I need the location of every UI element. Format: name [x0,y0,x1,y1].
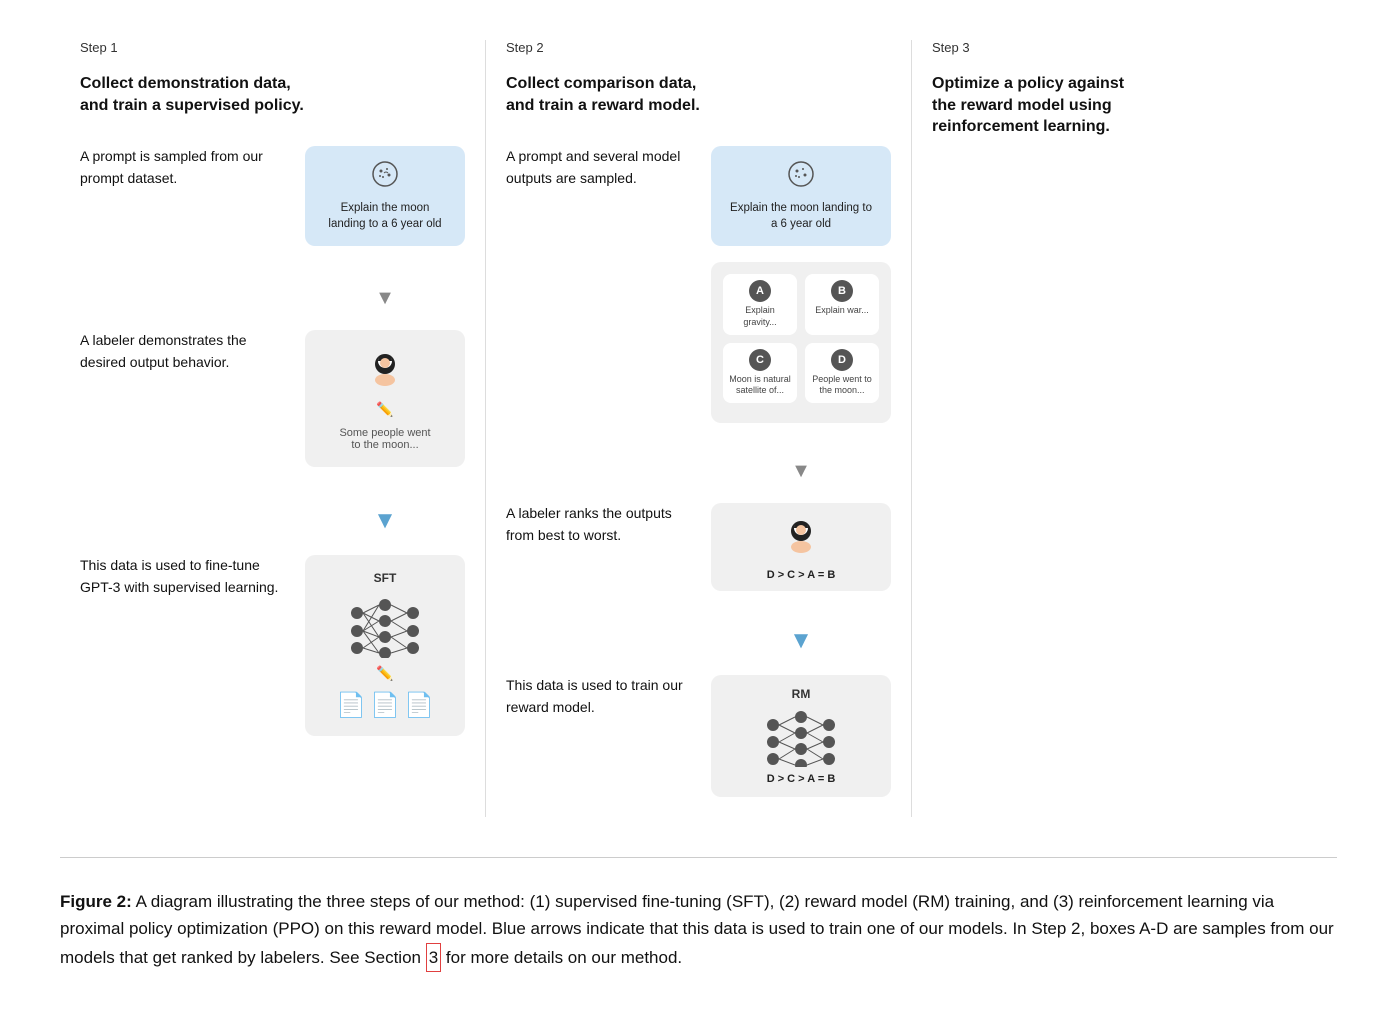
step1-visual2: ✏️ Some people wentto the moon... [305,330,465,467]
caption-text2: for more details on our method. [441,948,682,967]
labeler-ranking-box: D > C > A = B [711,503,891,591]
output-box-b: B Explain war... [805,274,879,334]
arrow2-step2: ▼ [789,629,813,653]
arrow1-step1: ▼ [375,288,395,308]
step1-column: Step 1 Collect demonstration data,and tr… [60,40,486,817]
step2-title: Collect comparison data,and train a rewa… [506,73,891,116]
sft-box: SFT [305,555,465,736]
letter-a: A [749,280,771,302]
prompt-card-text-step2: Explain the moon landing to a 6 year old [727,200,875,232]
prompt-card-step2: Explain the moon landing to a 6 year old [711,146,891,246]
step1-row1: A prompt is sampled from our prompt data… [80,146,465,246]
output-box-c: C Moon is natural satellite of... [723,343,797,403]
step1-title: Collect demonstration data,and train a s… [80,73,465,116]
output-box-a: A Explain gravity... [723,274,797,334]
box-text-b: Explain war... [815,305,869,317]
letter-b: B [831,280,853,302]
output-grid-bottom: C Moon is natural satellite of... D Peop… [723,343,879,403]
prompt-card-step1: Explain the moon landing to a 6 year old [305,146,465,246]
box-text-d: People went to the moon... [811,374,873,397]
cookie-icon [371,160,399,194]
edit-icon-labeler: ✏️ [376,402,393,419]
step2-desc1: A prompt and several model outputs are s… [506,146,695,189]
step1-desc1: A prompt is sampled from our prompt data… [80,146,289,189]
prompt-card-text-step1: Explain the moon landing to a 6 year old [321,200,449,232]
figure-label: Figure 2: [60,892,132,911]
letter-c: C [749,349,771,371]
step3-title: Optimize a policy againstthe reward mode… [932,73,1317,138]
step3-column: Step 3 Optimize a policy againstthe rewa… [912,40,1337,817]
box-text-c: Moon is natural satellite of... [729,374,791,397]
arrow1-step2: ▼ [791,461,811,481]
sft-label: SFT [374,571,397,585]
docs-row-sft: 📄📄📄 [336,691,434,720]
rm-network-icon [761,707,841,767]
step1-visual3: SFT [305,555,465,736]
edit-icon-sft: ✏️ [376,666,393,683]
step2-row1: A prompt and several model outputs are s… [506,146,891,423]
rm-label: RM [792,687,811,701]
box-text-a: Explain gravity... [729,305,791,328]
cookie-icon-step2 [787,160,815,194]
step1-visual1: Explain the moon landing to a 6 year old [305,146,465,246]
person-icon-step2 [777,513,825,561]
step2-visual3: RM [711,675,891,797]
caption-text1: A diagram illustrating the three steps o… [60,892,1334,966]
output-box-d: D People went to the moon... [805,343,879,403]
step3-label: Step 3 [932,40,1317,55]
step2-row2: A labeler ranks the outputs from best to… [506,503,891,591]
rm-ranking-formula: D > C > A = B [767,773,836,785]
step2-visual1: Explain the moon landing to a 6 year old… [711,146,891,423]
ranking-formula: D > C > A = B [767,569,836,581]
rm-box: RM [711,675,891,797]
person-icon-step1 [361,346,409,394]
step2-column: Step 2 Collect comparison data,and train… [486,40,912,817]
step2-label: Step 2 [506,40,891,55]
step2-desc3: This data is used to train our reward mo… [506,675,695,718]
step2-desc2: A labeler ranks the outputs from best to… [506,503,695,546]
letter-d: D [831,349,853,371]
diagram-area: Step 1 Collect demonstration data,and tr… [60,40,1337,858]
step1-row3: This data is used to fine-tune GPT-3 wit… [80,555,465,736]
labeler-text-step1: Some people wentto the moon... [339,427,430,451]
step2-row3: This data is used to train our reward mo… [506,675,891,797]
step1-desc2: A labeler demonstrates the desired outpu… [80,330,289,373]
section-ref: 3 [426,943,441,972]
step2-visual2: D > C > A = B [711,503,891,591]
sft-network-icon [345,593,425,658]
caption-area: Figure 2: A diagram illustrating the thr… [60,888,1337,972]
output-grid: A Explain gravity... B Explain war... C … [711,262,891,423]
labeler-box-step1: ✏️ Some people wentto the moon... [305,330,465,467]
step1-row2: A labeler demonstrates the desired outpu… [80,330,465,467]
step1-label: Step 1 [80,40,465,55]
output-grid-top: A Explain gravity... B Explain war... [723,274,879,334]
step1-desc3: This data is used to fine-tune GPT-3 wit… [80,555,289,598]
arrow2-step1: ▼ [373,509,397,533]
